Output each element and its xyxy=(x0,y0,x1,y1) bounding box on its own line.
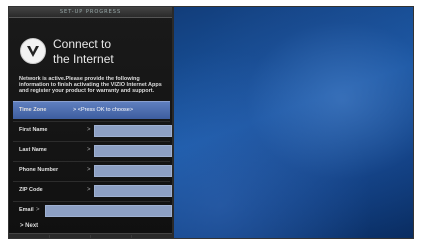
last-name-row: Last Name > xyxy=(13,141,172,159)
next-button[interactable]: > Next xyxy=(20,219,38,234)
tv-screen: SET-UP PROGRESS Connect to the Internet … xyxy=(8,6,414,239)
email-row: Email > xyxy=(13,201,172,219)
phone-number-row: Phone Number > xyxy=(13,161,172,179)
first-name-row: First Name > xyxy=(13,121,172,139)
page-title: Connect to the Internet xyxy=(53,37,168,67)
bottom-hint-bar xyxy=(9,233,172,238)
chevron-right-icon: > xyxy=(87,187,91,193)
setup-panel: SET-UP PROGRESS Connect to the Internet … xyxy=(9,7,172,238)
chevron-right-icon: > xyxy=(87,167,91,173)
phone-number-field[interactable] xyxy=(94,165,172,177)
email-label: Email xyxy=(19,207,34,213)
hint-segment xyxy=(91,235,132,238)
phone-number-label: Phone Number xyxy=(19,167,59,173)
time-zone-row[interactable]: Time Zone > <Press OK to choose> xyxy=(13,101,170,119)
time-zone-value: > <Press OK to choose> xyxy=(73,107,134,113)
desktop-wallpaper xyxy=(172,7,413,238)
email-field[interactable] xyxy=(45,205,172,217)
time-zone-label: Time Zone xyxy=(19,107,47,113)
setup-progress-bar: SET-UP PROGRESS xyxy=(9,7,172,18)
first-name-label: First Name xyxy=(19,127,48,133)
zip-code-label: ZIP Code xyxy=(19,187,43,193)
vizio-logo-icon xyxy=(20,38,46,64)
page-title-line1: Connect to xyxy=(53,37,112,51)
chevron-right-icon: > xyxy=(87,147,91,153)
panel-divider xyxy=(172,7,174,238)
chevron-right-icon: > xyxy=(36,207,40,213)
chevron-right-icon: > xyxy=(87,127,91,133)
hint-segment xyxy=(9,235,50,238)
zip-code-row: ZIP Code > xyxy=(13,181,172,199)
zip-code-field[interactable] xyxy=(94,185,172,197)
first-name-field[interactable] xyxy=(94,125,172,137)
last-name-label: Last Name xyxy=(19,147,47,153)
page-title-line2: the Internet xyxy=(53,52,114,66)
hint-segment xyxy=(50,235,91,238)
last-name-field[interactable] xyxy=(94,145,172,157)
setup-progress-label: SET-UP PROGRESS xyxy=(59,9,122,15)
info-message: Network is active.Please provide the fol… xyxy=(19,76,162,94)
next-row[interactable]: > Next xyxy=(13,219,170,233)
